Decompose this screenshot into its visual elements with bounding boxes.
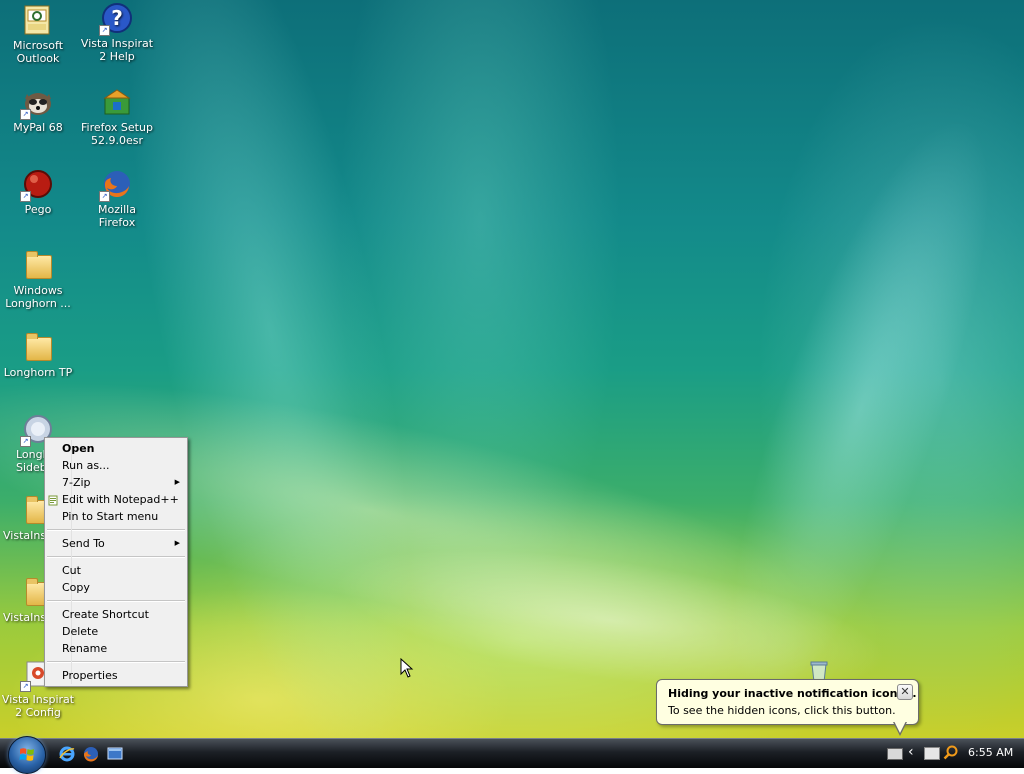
shortcut-arrow-icon: ↗	[99, 25, 110, 36]
menu-item-pin-to-start-menu[interactable]: Pin to Start menu	[45, 508, 187, 525]
desktop-icon-label: Firefox Setup 52.9.0esr	[81, 121, 153, 147]
notepad-plus-plus-icon	[48, 494, 58, 506]
folder-icon	[22, 331, 54, 363]
expand-tray-icon[interactable]: ‹	[908, 744, 914, 760]
menu-item-label: Open	[62, 442, 95, 455]
desktop-icon-windows-longhorn-folder[interactable]: Windows Longhorn ...	[0, 249, 76, 310]
show-desktop-icon[interactable]	[107, 746, 123, 762]
folder-icon	[22, 249, 54, 281]
notification-balloon[interactable]: Hiding your inactive notification icons.…	[656, 679, 919, 725]
menu-item-label: 7-Zip	[62, 476, 91, 489]
outlook-icon	[22, 4, 54, 36]
menu-item-label: Delete	[62, 625, 99, 638]
menu-item-label: Properties	[62, 669, 118, 682]
menu-item-label: Cut	[62, 564, 81, 577]
pego-icon: ↗	[20, 168, 54, 202]
menu-separator	[47, 529, 185, 531]
desktop-icon-label: Microsoft Outlook	[12, 39, 64, 65]
desktop-icon-label: Pego	[24, 203, 52, 216]
desktop-icon-label: Longh Sideb	[16, 448, 50, 474]
desktop-icon-mozilla-firefox[interactable]: ↗ Mozilla Firefox	[79, 168, 155, 229]
firefox-quicklaunch-icon[interactable]	[83, 746, 99, 762]
desktop[interactable]: Microsoft Outlook ? ↗ Vista Inspirat 2 H…	[0, 0, 1024, 738]
menu-separator	[47, 600, 185, 602]
desktop-icon-label: Windows Longhorn ...	[5, 284, 71, 310]
shortcut-arrow-icon: ↗	[20, 109, 31, 120]
menu-item-run-as[interactable]: Run as...	[45, 457, 187, 474]
internet-explorer-icon[interactable]	[59, 746, 75, 762]
taskbar-clock[interactable]: 6:55 AM	[968, 746, 1013, 759]
shortcut-arrow-icon: ↗	[20, 191, 31, 202]
menu-item-label: Pin to Start menu	[62, 510, 159, 523]
desktop-icon-label: MyPal 68	[13, 121, 63, 134]
menu-item-label: Create Shortcut	[62, 608, 149, 621]
taskbar: ‹	[0, 736, 1024, 774]
submenu-arrow-icon: ▶	[174, 539, 180, 547]
menu-item-open[interactable]: Open	[45, 440, 187, 457]
menu-item-rename[interactable]: Rename	[45, 640, 187, 657]
shortcut-arrow-icon: ↗	[20, 681, 31, 692]
desktop-icon-vista-inspirat-help[interactable]: ? ↗ Vista Inspirat 2 Help	[79, 2, 155, 63]
menu-item-create-shortcut[interactable]: Create Shortcut	[45, 606, 187, 623]
submenu-arrow-icon: ▶	[174, 478, 180, 486]
desktop-icon-label: Vista Inspirat 2 Help	[80, 37, 154, 63]
wallpaper-streak	[678, 91, 1024, 729]
balloon-text: To see the hidden icons, click this butt…	[668, 704, 896, 717]
menu-item-label: Rename	[62, 642, 108, 655]
menu-item-delete[interactable]: Delete	[45, 623, 187, 640]
desktop-icon-label: Mozilla Firefox	[98, 203, 136, 229]
menu-separator	[47, 556, 185, 558]
network-icon[interactable]	[924, 747, 940, 760]
desktop-icon-label: Longhorn TP	[3, 366, 73, 379]
menu-item-7-zip[interactable]: 7-Zip ▶	[45, 474, 187, 491]
menu-separator	[47, 661, 185, 663]
context-menu: Open Run as... 7-Zip ▶ Edit with Notepad++ Pi…	[44, 437, 188, 687]
installer-icon	[101, 86, 133, 118]
start-button[interactable]	[8, 736, 46, 774]
balloon-close-button[interactable]: ✕	[897, 684, 913, 700]
desktop-icon-longhorn-tp-folder[interactable]: Longhorn TP	[0, 331, 76, 379]
desktop-icon-pego[interactable]: ↗ Pego	[0, 168, 76, 216]
shortcut-arrow-icon: ↗	[20, 436, 31, 447]
desktop-icon-microsoft-outlook[interactable]: Microsoft Outlook	[0, 4, 76, 65]
menu-item-properties[interactable]: Properties	[45, 667, 187, 684]
windows-logo-icon	[19, 748, 34, 761]
mypal-icon: ↗	[20, 86, 54, 120]
desktop-icon-mypal[interactable]: ↗ MyPal 68	[0, 86, 76, 134]
balloon-tail-inner	[894, 721, 906, 733]
firefox-icon: ↗	[99, 168, 133, 202]
menu-item-edit-with-notepad[interactable]: Edit with Notepad++	[45, 491, 187, 508]
desktop-icon-firefox-setup[interactable]: Firefox Setup 52.9.0esr	[79, 86, 155, 147]
keyboard-icon[interactable]	[887, 748, 903, 760]
menu-item-label: Run as...	[62, 459, 110, 472]
balloon-title: Hiding your inactive notification icons.…	[668, 687, 917, 700]
menu-item-send-to[interactable]: Send To ▶	[45, 535, 187, 552]
menu-item-copy[interactable]: Copy	[45, 579, 187, 596]
help-icon: ? ↗	[99, 2, 133, 36]
menu-item-label: Edit with Notepad++	[62, 493, 179, 506]
shortcut-arrow-icon: ↗	[99, 191, 110, 202]
search-icon[interactable]	[943, 745, 958, 763]
menu-item-label: Send To	[62, 537, 105, 550]
desktop-icon-label: Vista Inspirat 2 Config	[1, 693, 75, 719]
menu-item-label: Copy	[62, 581, 90, 594]
menu-item-cut[interactable]: Cut	[45, 562, 187, 579]
svg-text:?: ?	[111, 6, 123, 30]
mouse-cursor-icon	[400, 657, 414, 681]
